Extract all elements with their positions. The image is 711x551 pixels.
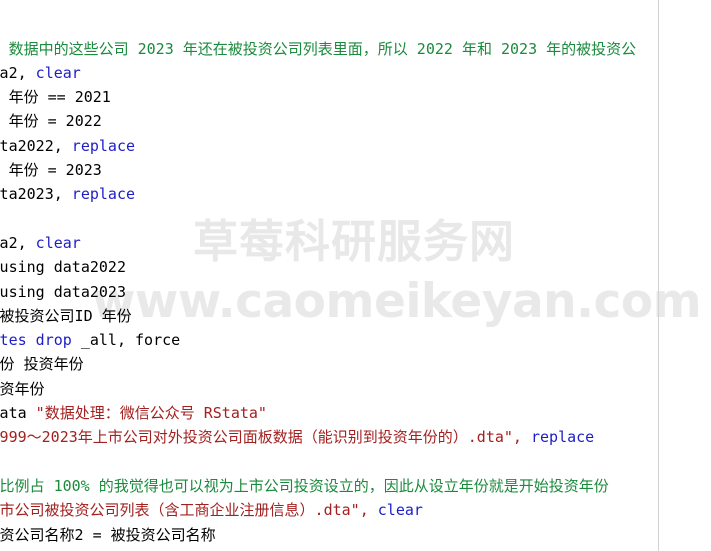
code-token: 比例占 100% 的我觉得也可以视为上市公司投资设立的，因此从设立年份就是开始投… <box>0 476 609 495</box>
code-line[interactable]: ta2023, replace <box>0 182 711 206</box>
code-line-content: ta2023, replace <box>0 182 711 206</box>
code-token: 份 投资年份 <box>0 355 84 374</box>
code-line[interactable]: a2, clear <box>0 231 711 255</box>
code-token: "数据处理：微信公众号 RStata" <box>35 404 267 423</box>
code-line[interactable]: 年份 = 2023 <box>0 158 711 182</box>
code-token: 资年份 <box>0 379 45 398</box>
code-line[interactable]: 份 投资年份 <box>0 352 711 376</box>
code-line-content: 资年份 <box>0 377 711 401</box>
code-token: ta2023, <box>0 185 63 204</box>
column-guide-ruler <box>658 0 659 551</box>
code-line-content: 比例占 100% 的我觉得也可以视为上市公司投资设立的，因此从设立年份就是开始投… <box>0 474 711 498</box>
code-token: replace <box>71 185 136 204</box>
code-line-content <box>0 207 711 231</box>
code-line-content: 资公司名称2 = 被投资公司名称 <box>0 523 711 547</box>
code-editor-pane[interactable]: 草莓科研服务网 www.caomeikeyan.com ta2, replace… <box>0 0 711 551</box>
code-line[interactable]: using data2023 <box>0 280 711 304</box>
code-line[interactable]: 数据中的这些公司 2023 年还在被投资公司列表里面，所以 2022 年和 20… <box>0 37 711 61</box>
code-line-content: a2, clear <box>0 231 711 255</box>
code-line-content: a2, clear <box>0 61 711 85</box>
code-token: ata <box>0 404 27 423</box>
code-line-content: using data2023 <box>0 280 711 304</box>
code-line[interactable] <box>0 207 711 231</box>
code-line-content: 被投资公司名称 = subinstr(被投资公司名称, "[特控:19-旧照]"… <box>0 547 711 551</box>
code-line-content: 份 投资年份 <box>0 352 711 376</box>
code-token: 数据中的这些公司 2023 年还在被投资公司列表里面，所以 2022 年和 20… <box>8 39 637 58</box>
code-token: 年份 == 2021 <box>8 88 111 107</box>
code-token: 年份 = 2022 <box>8 112 102 131</box>
code-line[interactable]: a2, clear <box>0 61 711 85</box>
code-token: drop <box>35 331 72 350</box>
code-line-content: ta2, replace <box>0 0 711 12</box>
code-token: _all, force <box>71 331 181 350</box>
code-line-content: using data2022 <box>0 255 711 279</box>
code-token: 999～2023年上市公司对外投资公司面板数据（能识别到投资年份的）.dta", <box>0 428 522 447</box>
code-token: tes <box>0 331 27 350</box>
code-line-content: tes drop _all, force <box>0 328 711 352</box>
code-line-content: ata "数据处理：微信公众号 RStata" <box>0 401 711 425</box>
code-token: clear <box>35 63 81 82</box>
code-token: using data2022 <box>0 258 126 277</box>
code-line[interactable]: 被投资公司名称 = subinstr(被投资公司名称, "[特控:19-旧照]"… <box>0 547 711 551</box>
code-line[interactable]: tes drop _all, force <box>0 328 711 352</box>
code-line[interactable]: ta2, replace <box>0 0 711 12</box>
code-line-content: 年份 = 2022 <box>0 109 711 133</box>
code-line-content <box>0 450 711 474</box>
code-token: replace <box>530 428 595 447</box>
code-line-content <box>0 12 711 36</box>
code-line[interactable]: 资年份 <box>0 377 711 401</box>
code-token: a2, <box>0 233 27 252</box>
code-line[interactable] <box>0 450 711 474</box>
code-token: using data2023 <box>0 282 126 301</box>
code-token: 年份 = 2023 <box>8 161 102 180</box>
code-text-area[interactable]: ta2, replace 数据中的这些公司 2023 年还在被投资公司列表里面，… <box>0 0 711 551</box>
code-line[interactable]: 市公司被投资公司列表（含工商企业注册信息）.dta", clear <box>0 498 711 522</box>
code-line-content: 999～2023年上市公司对外投资公司面板数据（能识别到投资年份的）.dta",… <box>0 425 711 449</box>
code-token: 市公司被投资公司列表（含工商企业注册信息）.dta", <box>0 501 369 520</box>
code-line[interactable]: 比例占 100% 的我觉得也可以视为上市公司投资设立的，因此从设立年份就是开始投… <box>0 474 711 498</box>
code-line[interactable] <box>0 12 711 36</box>
code-token: clear <box>35 233 81 252</box>
code-line[interactable]: 被投资公司ID 年份 <box>0 304 711 328</box>
code-token: replace <box>71 136 136 155</box>
code-line-content: 被投资公司ID 年份 <box>0 304 711 328</box>
code-token: 资公司名称2 = 被投资公司名称 <box>0 525 216 544</box>
code-line[interactable]: 年份 == 2021 <box>0 85 711 109</box>
code-line-content: 市公司被投资公司列表（含工商企业注册信息）.dta", clear <box>0 498 711 522</box>
code-line-content: ta2022, replace <box>0 134 711 158</box>
code-line[interactable]: ta2022, replace <box>0 134 711 158</box>
code-line[interactable]: 999～2023年上市公司对外投资公司面板数据（能识别到投资年份的）.dta",… <box>0 425 711 449</box>
code-line[interactable]: 资公司名称2 = 被投资公司名称 <box>0 523 711 547</box>
code-token: a2, <box>0 63 27 82</box>
code-line-content: 年份 = 2023 <box>0 158 711 182</box>
code-line[interactable]: ata "数据处理：微信公众号 RStata" <box>0 401 711 425</box>
code-line-content: 年份 == 2021 <box>0 85 711 109</box>
code-line[interactable]: using data2022 <box>0 255 711 279</box>
code-token: 被投资公司ID 年份 <box>0 306 132 325</box>
code-line-content: 数据中的这些公司 2023 年还在被投资公司列表里面，所以 2022 年和 20… <box>0 37 711 61</box>
code-token: ta2022, <box>0 136 63 155</box>
code-line[interactable]: 年份 = 2022 <box>0 109 711 133</box>
code-token: clear <box>377 501 423 520</box>
